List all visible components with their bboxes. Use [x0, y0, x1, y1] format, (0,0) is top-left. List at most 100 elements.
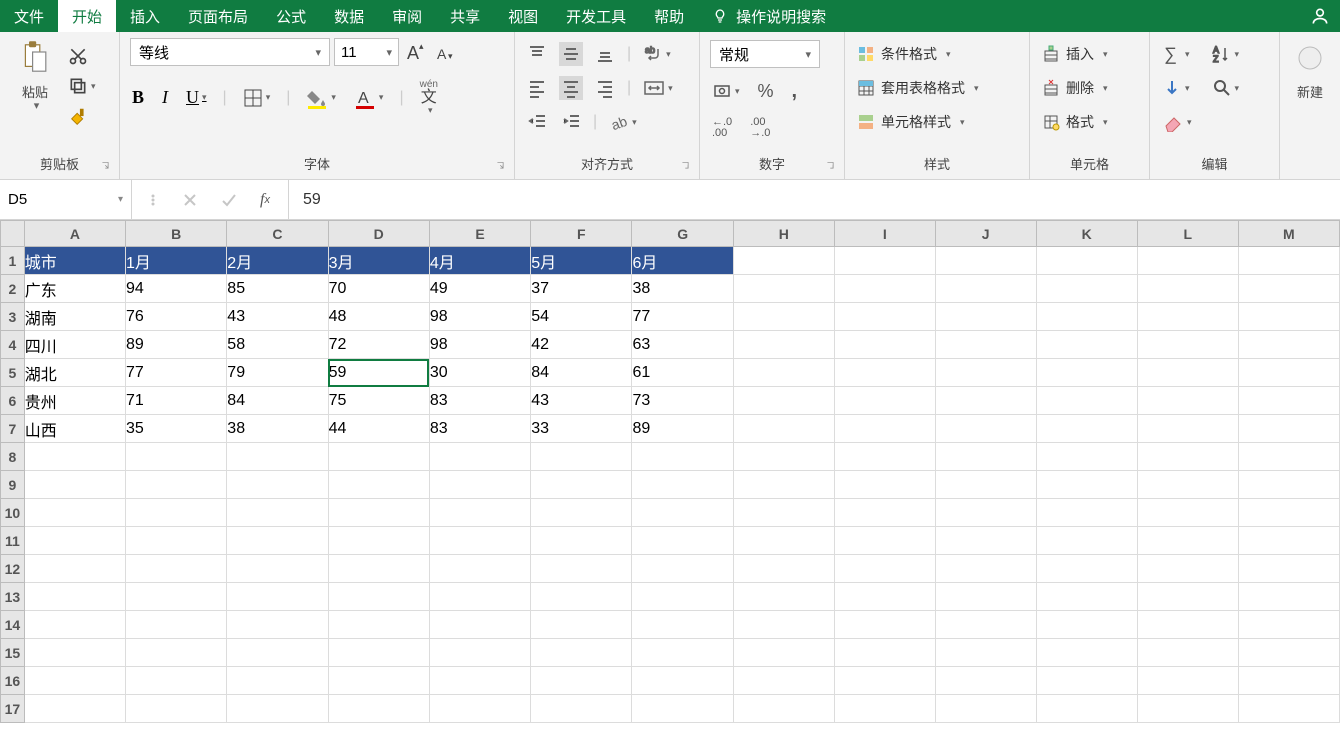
- cell-H15[interactable]: [733, 639, 834, 667]
- cell-G4[interactable]: 63: [632, 331, 733, 359]
- cell-M9[interactable]: [1238, 471, 1339, 499]
- cell-I15[interactable]: [834, 639, 935, 667]
- tab-dev[interactable]: 开发工具: [552, 0, 640, 32]
- cell-J4[interactable]: [935, 331, 1036, 359]
- italic-button[interactable]: I: [160, 85, 170, 110]
- cell-K8[interactable]: [1036, 443, 1137, 471]
- row-header-12[interactable]: 12: [1, 555, 25, 583]
- fill-color-button[interactable]: [304, 85, 338, 111]
- cell-L14[interactable]: [1137, 611, 1238, 639]
- align-bottom-button[interactable]: [593, 42, 617, 66]
- cell-A8[interactable]: [24, 443, 125, 471]
- cell-I4[interactable]: [834, 331, 935, 359]
- cell-C13[interactable]: [227, 583, 328, 611]
- cell-E2[interactable]: 49: [429, 275, 530, 303]
- cell-G14[interactable]: [632, 611, 733, 639]
- cell-C5[interactable]: 79: [227, 359, 328, 387]
- cell-L6[interactable]: [1137, 387, 1238, 415]
- cell-G3[interactable]: 77: [632, 303, 733, 331]
- cell-G9[interactable]: [632, 471, 733, 499]
- cancel-edit-button[interactable]: [180, 190, 200, 210]
- cell-A4[interactable]: 四川: [24, 331, 125, 359]
- cell-J17[interactable]: [935, 695, 1036, 723]
- increase-font-button[interactable]: A▴: [403, 39, 429, 65]
- cell-K10[interactable]: [1036, 499, 1137, 527]
- font-name-select[interactable]: 等线 ▾: [130, 38, 330, 66]
- cell-E11[interactable]: [429, 527, 530, 555]
- insert-function-small-icon[interactable]: [148, 191, 162, 209]
- cell-E13[interactable]: [429, 583, 530, 611]
- cell-G10[interactable]: [632, 499, 733, 527]
- confirm-edit-button[interactable]: [218, 190, 240, 210]
- row-header-9[interactable]: 9: [1, 471, 25, 499]
- cell-M3[interactable]: [1238, 303, 1339, 331]
- cell-K13[interactable]: [1036, 583, 1137, 611]
- align-top-button[interactable]: [525, 42, 549, 66]
- tab-formula[interactable]: 公式: [262, 0, 320, 32]
- cell-H8[interactable]: [733, 443, 834, 471]
- tab-file[interactable]: 文件: [0, 0, 58, 32]
- col-header-J[interactable]: J: [935, 221, 1036, 247]
- cell-I5[interactable]: [834, 359, 935, 387]
- cell-B5[interactable]: 77: [126, 359, 227, 387]
- cell-D7[interactable]: 44: [328, 415, 429, 443]
- align-middle-button[interactable]: [559, 42, 583, 66]
- row-header-16[interactable]: 16: [1, 667, 25, 695]
- cell-E8[interactable]: [429, 443, 530, 471]
- cell-L16[interactable]: [1137, 667, 1238, 695]
- cell-I16[interactable]: [834, 667, 935, 695]
- increase-indent-button[interactable]: [559, 110, 583, 134]
- percent-format-button[interactable]: %: [756, 79, 776, 104]
- decrease-font-button[interactable]: A▾: [433, 39, 459, 65]
- cell-G12[interactable]: [632, 555, 733, 583]
- tab-home[interactable]: 开始: [58, 0, 116, 32]
- cell-F8[interactable]: [531, 443, 632, 471]
- cell-J10[interactable]: [935, 499, 1036, 527]
- cell-D4[interactable]: 72: [328, 331, 429, 359]
- cell-D9[interactable]: [328, 471, 429, 499]
- cell-I8[interactable]: [834, 443, 935, 471]
- new-button[interactable]: 新建: [1290, 38, 1330, 101]
- cut-button[interactable]: [66, 44, 90, 68]
- cell-B16[interactable]: [126, 667, 227, 695]
- cell-G2[interactable]: 38: [632, 275, 733, 303]
- cell-C2[interactable]: 85: [227, 275, 328, 303]
- delete-cells-button[interactable]: 删除: [1040, 76, 1110, 100]
- cell-E15[interactable]: [429, 639, 530, 667]
- tab-view[interactable]: 视图: [494, 0, 552, 32]
- cell-H2[interactable]: [733, 275, 834, 303]
- cell-L15[interactable]: [1137, 639, 1238, 667]
- cell-H1[interactable]: [733, 247, 834, 275]
- fill-button[interactable]: [1160, 76, 1192, 100]
- row-header-14[interactable]: 14: [1, 611, 25, 639]
- cell-D2[interactable]: 70: [328, 275, 429, 303]
- cell-E7[interactable]: 83: [429, 415, 530, 443]
- cell-F11[interactable]: [531, 527, 632, 555]
- cell-L5[interactable]: [1137, 359, 1238, 387]
- cell-F3[interactable]: 54: [531, 303, 632, 331]
- cell-J7[interactable]: [935, 415, 1036, 443]
- clear-button[interactable]: [1160, 110, 1194, 134]
- cell-E16[interactable]: [429, 667, 530, 695]
- cell-L8[interactable]: [1137, 443, 1238, 471]
- cell-C8[interactable]: [227, 443, 328, 471]
- cell-E17[interactable]: [429, 695, 530, 723]
- row-header-11[interactable]: 11: [1, 527, 25, 555]
- accounting-format-button[interactable]: [710, 81, 742, 103]
- cell-M14[interactable]: [1238, 611, 1339, 639]
- cell-D17[interactable]: [328, 695, 429, 723]
- cell-G7[interactable]: 89: [632, 415, 733, 443]
- cell-K16[interactable]: [1036, 667, 1137, 695]
- cell-E9[interactable]: [429, 471, 530, 499]
- cell-D3[interactable]: 48: [328, 303, 429, 331]
- cell-F10[interactable]: [531, 499, 632, 527]
- col-header-A[interactable]: A: [24, 221, 125, 247]
- comma-format-button[interactable]: ,: [790, 78, 800, 105]
- cell-H5[interactable]: [733, 359, 834, 387]
- cell-K17[interactable]: [1036, 695, 1137, 723]
- cell-F2[interactable]: 37: [531, 275, 632, 303]
- cell-D1[interactable]: 3月: [328, 247, 429, 275]
- cell-C7[interactable]: 38: [227, 415, 328, 443]
- cell-A14[interactable]: [24, 611, 125, 639]
- align-left-button[interactable]: [525, 76, 549, 100]
